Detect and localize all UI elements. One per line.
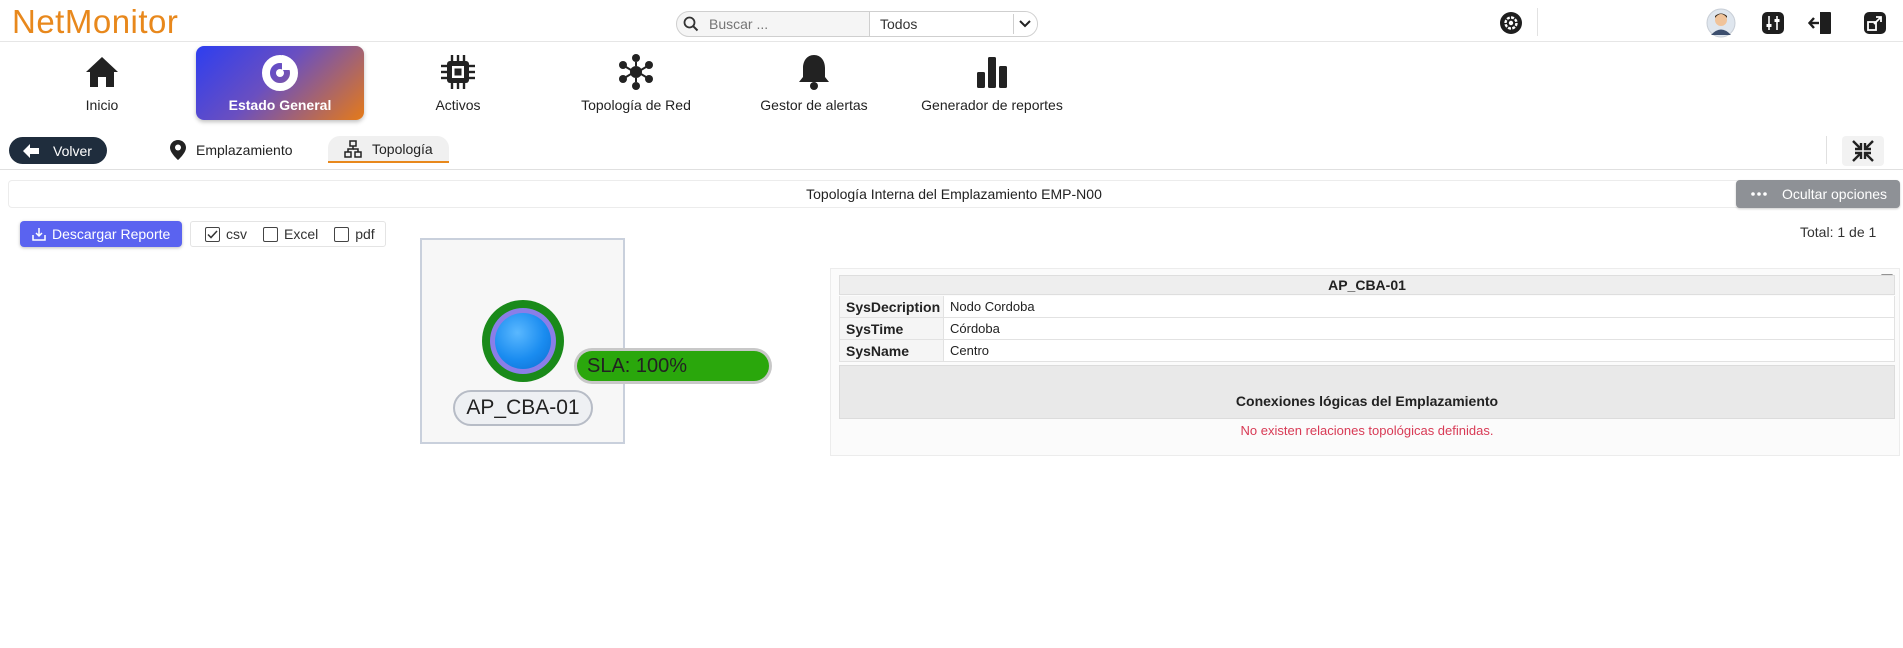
collapse-button[interactable] xyxy=(1842,136,1884,166)
nav-item-label: Inicio xyxy=(85,97,119,113)
logical-connections-header: Conexiones lógicas del Emplazamiento xyxy=(839,365,1895,419)
sla-badge: SLA: 100% xyxy=(574,348,772,384)
csv-checkbox[interactable] xyxy=(205,226,220,242)
donut-chart-icon xyxy=(261,51,299,93)
download-report-label: Descargar Reporte xyxy=(52,226,171,242)
empty-message: No existen relaciones topológicas defini… xyxy=(1240,422,1494,438)
format-label: Excel xyxy=(284,226,319,242)
tab-label: Emplazamiento xyxy=(196,141,293,158)
nav-item-label: Estado General xyxy=(228,97,332,113)
info-value: Nodo Cordoba xyxy=(950,299,1035,314)
logout-icon[interactable] xyxy=(1808,10,1834,36)
info-row: SysTime Córdoba xyxy=(839,318,1895,340)
node-ring xyxy=(490,308,556,374)
download-icon xyxy=(32,228,46,241)
format-options: csv Excel pdf xyxy=(190,221,386,247)
format-label: csv xyxy=(226,226,247,242)
excel-checkbox[interactable] xyxy=(263,226,278,242)
tab-topologia[interactable]: Topología xyxy=(328,136,449,163)
collapse-icon xyxy=(1852,140,1874,162)
arrow-left-icon xyxy=(23,143,39,158)
avatar[interactable] xyxy=(1706,8,1736,38)
nav-item-label: Topología de Red xyxy=(581,97,691,113)
nav-item-label: Generador de reportes xyxy=(921,97,1063,113)
nav-item-estado-general[interactable]: Estado General xyxy=(196,46,364,120)
nav-item-activos[interactable]: Activos xyxy=(374,46,542,120)
nav-item-gestor-de-alertas[interactable]: Gestor de alertas xyxy=(730,46,898,120)
chip-icon xyxy=(439,51,477,93)
hide-options-button[interactable]: Ocultar opciones xyxy=(1736,180,1900,208)
main-nav: Inicio Estado General Activos Topología … xyxy=(0,44,1903,124)
format-option-csv[interactable]: csv xyxy=(205,226,247,242)
tab-emplazamiento[interactable]: Emplazamiento xyxy=(170,136,293,163)
format-option-pdf[interactable]: pdf xyxy=(334,226,375,242)
sitemap-icon xyxy=(344,139,362,158)
search-input[interactable] xyxy=(705,12,869,36)
check-icon xyxy=(207,229,218,239)
top-bar: NetMonitor Todos xyxy=(0,0,1903,42)
bell-icon xyxy=(797,51,831,93)
topology-node[interactable] xyxy=(482,300,564,382)
more-horizontal-icon xyxy=(1751,192,1767,196)
sliders-icon[interactable] xyxy=(1760,10,1786,36)
nav-item-label: Gestor de alertas xyxy=(760,97,868,113)
search-bar: Todos xyxy=(676,11,1038,37)
back-button[interactable]: Volver xyxy=(9,137,107,164)
page-title: Topología Interna del Emplazamiento EMP-… xyxy=(806,186,1102,202)
nav-item-generador-de-reportes[interactable]: Generador de reportes xyxy=(908,46,1076,120)
divider xyxy=(1826,136,1827,164)
sub-nav: Volver Emplazamiento Topología xyxy=(0,130,1903,170)
info-value: Centro xyxy=(950,343,990,358)
network-icon xyxy=(617,51,655,93)
divider xyxy=(1537,8,1538,36)
info-key: SysTime xyxy=(840,318,944,339)
map-pin-icon xyxy=(170,139,186,160)
format-label: pdf xyxy=(355,226,375,242)
info-value: Córdoba xyxy=(950,321,1000,336)
info-key: SysName xyxy=(840,340,944,361)
download-report-button[interactable]: Descargar Reporte xyxy=(20,221,182,247)
chevron-down-icon[interactable] xyxy=(1013,14,1035,34)
node-name-label[interactable]: AP_CBA-01 xyxy=(453,390,593,426)
nav-item-label: Activos xyxy=(435,97,481,113)
gear-icon[interactable] xyxy=(1498,10,1524,36)
search-filter-select[interactable]: Todos xyxy=(869,12,1037,36)
app-logo[interactable]: NetMonitor xyxy=(12,5,178,39)
node-core xyxy=(495,313,551,369)
nav-item-topologia-de-red[interactable]: Topología de Red xyxy=(552,46,720,120)
search-filter-value: Todos xyxy=(880,16,918,32)
section-title-bar: Topología Interna del Emplazamiento EMP-… xyxy=(8,180,1900,208)
sla-label: SLA: 100% xyxy=(577,351,769,381)
external-link-icon[interactable] xyxy=(1862,10,1888,36)
pdf-checkbox[interactable] xyxy=(334,226,350,242)
tab-label: Topología xyxy=(372,140,433,157)
total-count: Total: 1 de 1 xyxy=(1800,224,1877,240)
back-button-label: Volver xyxy=(53,142,92,159)
panel-title: AP_CBA-01 xyxy=(839,275,1895,295)
info-row: SysDecription Nodo Cordoba xyxy=(839,296,1895,318)
hide-options-label: Ocultar opciones xyxy=(1782,186,1888,202)
nav-item-inicio[interactable]: Inicio xyxy=(18,46,186,120)
home-icon xyxy=(84,51,120,93)
format-option-excel[interactable]: Excel xyxy=(263,226,318,242)
bar-chart-icon xyxy=(975,51,1009,93)
info-row: SysName Centro xyxy=(839,340,1895,362)
info-key: SysDecription xyxy=(840,296,944,317)
search-icon[interactable] xyxy=(677,16,705,32)
node-info-panel: AP_CBA-01 SysDecription Nodo Cordoba Sys… xyxy=(830,268,1900,456)
